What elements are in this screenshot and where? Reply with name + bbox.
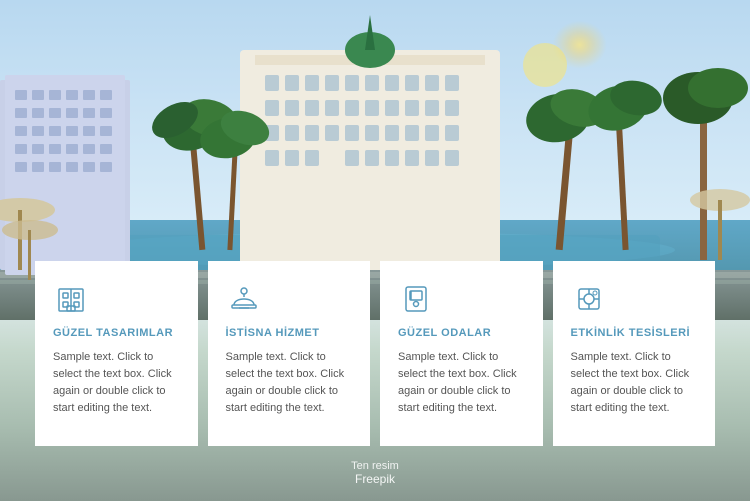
- card-1-title: GÜZEL TASARIMLAR: [53, 327, 180, 339]
- cards-section: GÜZEL TASARIMLAR Sample text. Click to s…: [0, 261, 750, 446]
- card-4-text: Sample text. Click to select the text bo…: [571, 349, 698, 417]
- card-istisna-hizmet[interactable]: İSTİSNA HİZMET Sample text. Click to sel…: [208, 261, 371, 446]
- card-1-text: Sample text. Click to select the text bo…: [53, 349, 180, 417]
- footer-line2: Freepik: [351, 472, 399, 486]
- card-guzel-tasarimlar[interactable]: GÜZEL TASARIMLAR Sample text. Click to s…: [35, 261, 198, 446]
- card-etkinlik-tesisleri[interactable]: ETKİNLİK TESİSLERİ Sample text. Click to…: [553, 261, 716, 446]
- card-2-title: İSTİSNA HİZMET: [226, 327, 353, 339]
- footer-line1: Ten resim: [351, 460, 399, 472]
- card-2-text: Sample text. Click to select the text bo…: [226, 349, 353, 417]
- card-guzel-odalar[interactable]: GÜZEL ODALAR Sample text. Click to selec…: [380, 261, 543, 446]
- service-bell-icon: [226, 281, 262, 317]
- room-key-icon: [398, 281, 434, 317]
- card-3-text: Sample text. Click to select the text bo…: [398, 349, 525, 417]
- card-3-title: GÜZEL ODALAR: [398, 327, 525, 339]
- facilities-icon: [571, 281, 607, 317]
- hotel-building-icon: [53, 281, 89, 317]
- footer-attribution: Ten resim Freepik: [351, 460, 399, 486]
- card-4-title: ETKİNLİK TESİSLERİ: [571, 327, 698, 339]
